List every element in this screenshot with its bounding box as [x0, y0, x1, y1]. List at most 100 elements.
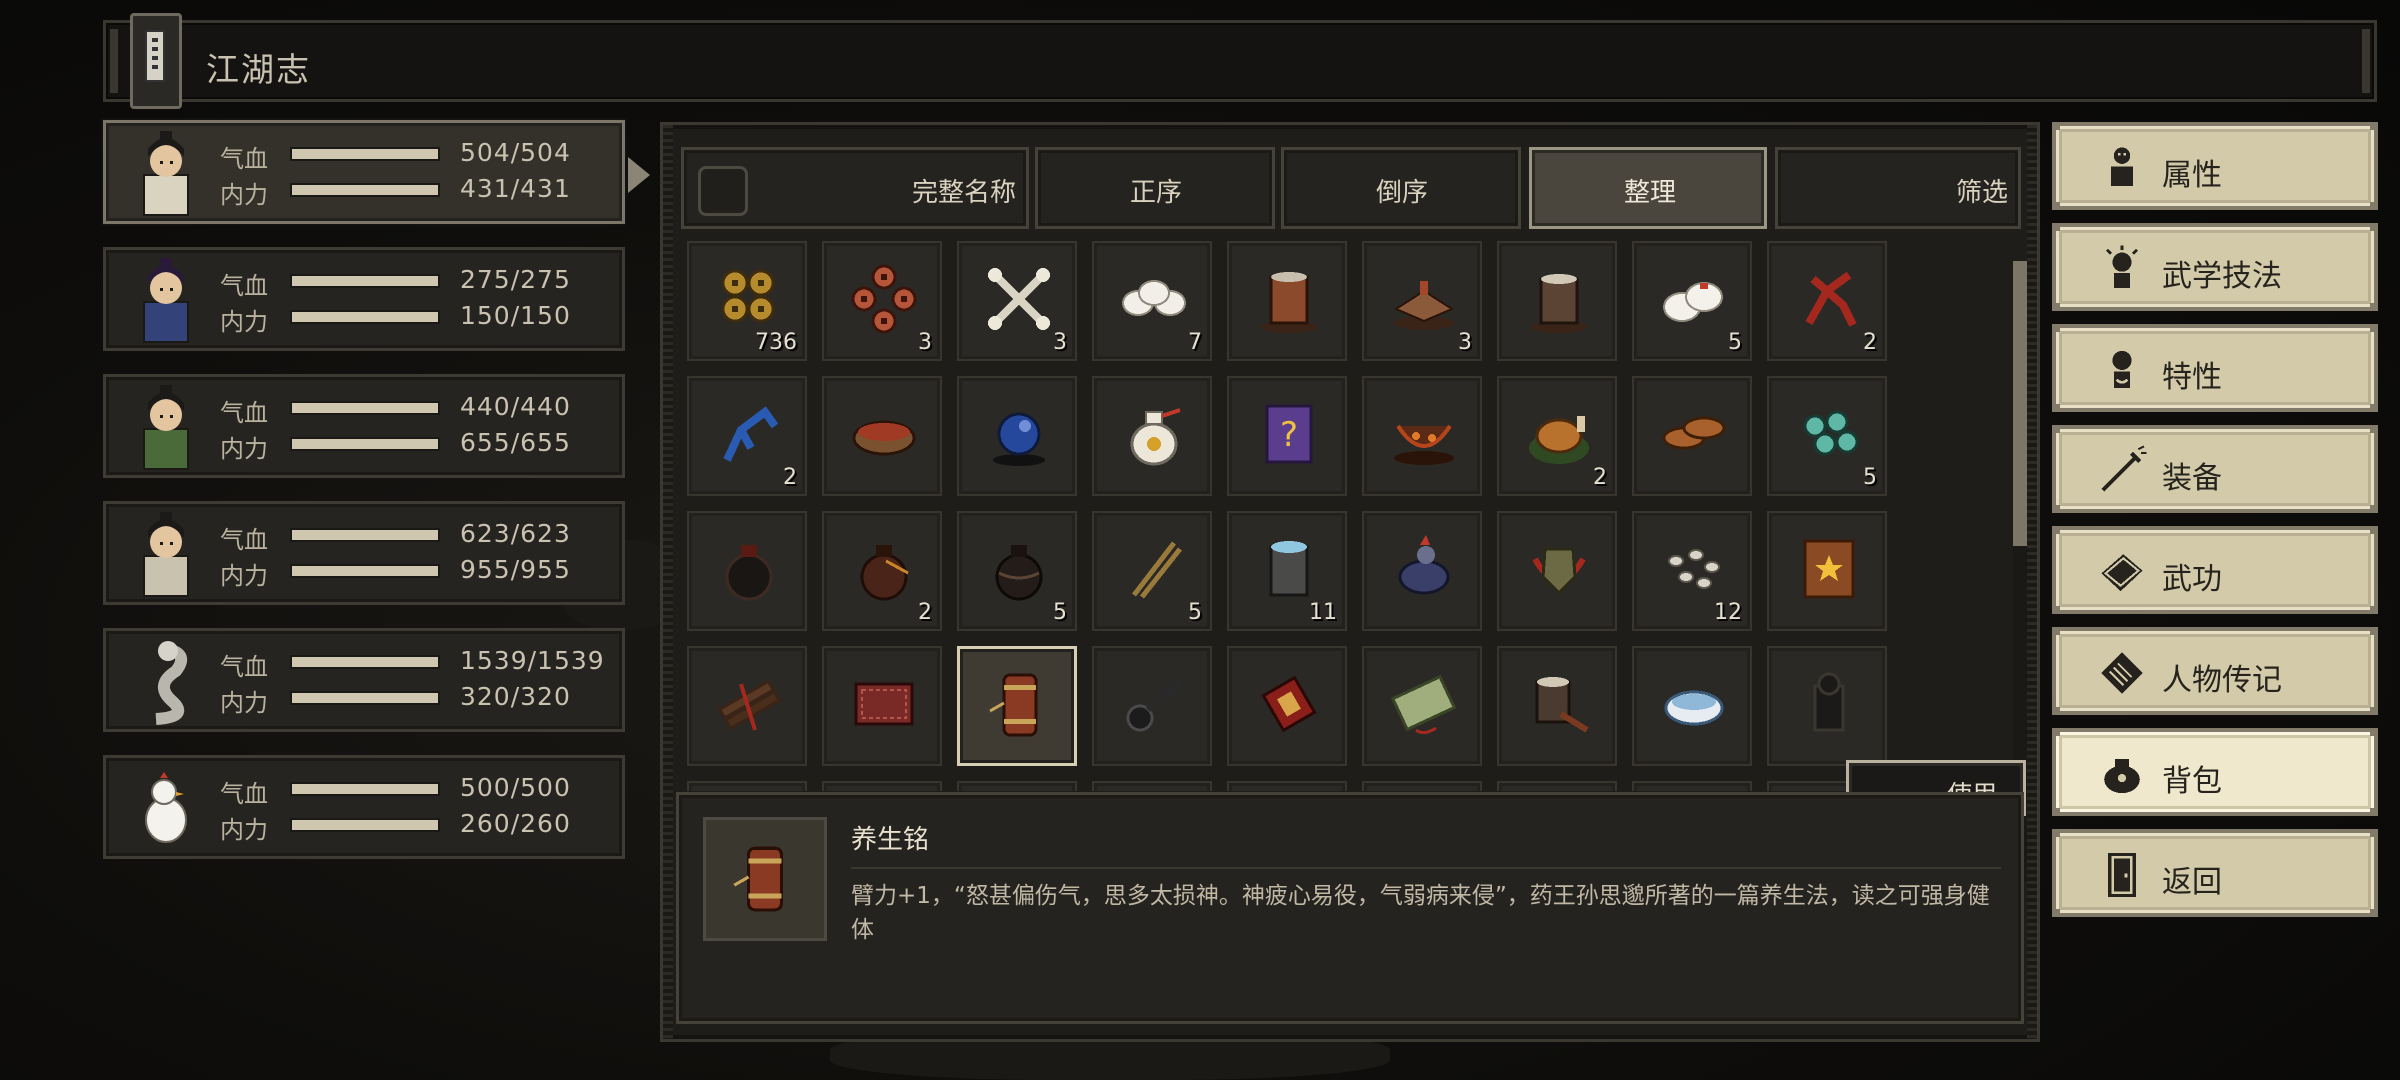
inventory-slot[interactable] [957, 781, 1077, 791]
hp-bar [290, 274, 440, 288]
menu-label: 武学技法 [2162, 259, 2282, 294]
detail-divider [851, 867, 2001, 869]
character-portrait [120, 762, 212, 854]
scrollbar-thumb[interactable] [2013, 261, 2027, 546]
pebbles-icon [1656, 531, 1732, 607]
inventory-slot[interactable]: 5 [1767, 376, 1887, 496]
hp-row: 气血 275/275 [216, 265, 616, 300]
inventory-slot[interactable] [1227, 241, 1347, 361]
inventory-slot[interactable]: 11 [1227, 511, 1347, 631]
inventory-slot[interactable] [1497, 646, 1617, 766]
sort-tab-label: 筛选 [1955, 178, 2008, 208]
inventory-slot[interactable]: 7 [1092, 241, 1212, 361]
menu-button-bag[interactable]: 背包 [2052, 728, 2378, 816]
mp-row: 内力 955/955 [216, 555, 616, 590]
wine-cup-icon [1251, 261, 1327, 337]
selected-item-description: 臂力+1，“怒甚偏伤气，思多太损神。神疲心易役，气弱病来侵”，药王孙思邈所著的一… [851, 883, 1990, 943]
inventory-slot[interactable]: 2 [822, 511, 942, 631]
inventory-slot[interactable] [1632, 781, 1752, 791]
item-quantity: 5 [1728, 330, 1742, 355]
item-quantity: 736 [755, 330, 797, 355]
hp-label: 气血 [220, 526, 268, 554]
menu-button-martial-skills[interactable]: 武学技法 [2052, 223, 2378, 311]
mp-label: 内力 [220, 308, 268, 336]
inventory-slot[interactable] [822, 646, 942, 766]
inventory-slot[interactable] [1092, 781, 1212, 791]
inventory-slot[interactable]: 2 [1767, 241, 1887, 361]
inventory-slot[interactable] [1632, 646, 1752, 766]
inventory-slot[interactable] [1362, 646, 1482, 766]
party-member-card[interactable]: 气血 500/500 内力 260/260 [103, 755, 625, 859]
inventory-slot[interactable]: 5 [1092, 511, 1212, 631]
item-quantity: 3 [1053, 330, 1067, 355]
hp-value: 504/504 [460, 138, 571, 167]
hp-row: 气血 1539/1539 [216, 646, 616, 681]
inventory-slot[interactable]: 2 [687, 376, 807, 496]
item-quantity: 2 [1593, 465, 1607, 490]
hp-row: 气血 440/440 [216, 392, 616, 427]
blue-orb-icon [981, 396, 1057, 472]
menu-button-traits[interactable]: 特性 [2052, 324, 2378, 412]
hp-value: 440/440 [460, 392, 571, 421]
inventory-slot[interactable]: 12 [1632, 511, 1752, 631]
party-member-card[interactable]: 气血 1539/1539 内力 320/320 [103, 628, 625, 732]
item-quantity: 11 [1309, 600, 1337, 625]
inventory-slot[interactable] [1497, 511, 1617, 631]
mp-value: 320/320 [460, 682, 571, 711]
inventory-slot[interactable] [1362, 781, 1482, 791]
inventory-slot[interactable] [1227, 646, 1347, 766]
black-statue-icon [1791, 666, 1867, 742]
sort-by-full-name-button[interactable]: 完整名称 [681, 147, 1029, 229]
inventory-slot[interactable]: 5 [1632, 241, 1752, 361]
inventory-slot[interactable] [1227, 781, 1347, 791]
inventory-slot[interactable]: 3 [957, 241, 1077, 361]
inventory-slot[interactable]: 3 [1362, 241, 1482, 361]
menu-button-attributes[interactable]: 属性 [2052, 122, 2378, 210]
inventory-slot[interactable] [1632, 376, 1752, 496]
menu-button-door-exit[interactable]: 返回 [2052, 829, 2378, 917]
inventory-slot[interactable] [822, 376, 942, 496]
hp-row: 气血 623/623 [216, 519, 616, 554]
inventory-slot[interactable] [687, 511, 807, 631]
item-detail-panel: 养生铭 臂力+1，“怒甚偏伤气，思多太损神。神疲心易役，气弱病来侵”，药王孙思邈… [676, 792, 2024, 1024]
inventory-slot[interactable]: ? [1227, 376, 1347, 496]
inventory-slot[interactable] [957, 376, 1077, 496]
inventory-slot[interactable] [1497, 781, 1617, 791]
party-member-card[interactable]: 气血 275/275 内力 150/150 [103, 247, 625, 351]
equipment-icon [2096, 445, 2148, 497]
inventory-slot[interactable]: 5 [957, 511, 1077, 631]
inventory-slot[interactable]: 2 [1497, 376, 1617, 496]
inventory-slot[interactable] [1767, 511, 1887, 631]
inventory-slot[interactable]: 3 [822, 241, 942, 361]
inventory-slot[interactable] [687, 781, 807, 791]
filter-button[interactable]: 筛选 [1775, 147, 2021, 229]
hp-label: 气血 [220, 399, 268, 427]
organize-button[interactable]: 整理 [1529, 147, 1767, 229]
inventory-slot[interactable] [1767, 646, 1887, 766]
tea-cup-icon [1521, 261, 1597, 337]
inventory-slot[interactable] [1092, 646, 1212, 766]
party-member-card[interactable]: 气血 504/504 内力 431/431 [103, 120, 650, 224]
item-quantity: 3 [1458, 330, 1472, 355]
inventory-slot[interactable] [1497, 241, 1617, 361]
inventory-slot[interactable] [957, 646, 1077, 766]
party-member-card[interactable]: 气血 623/623 内力 955/955 [103, 501, 625, 605]
menu-button-biography[interactable]: 人物传记 [2052, 627, 2378, 715]
cake-slice-icon [1386, 261, 1462, 337]
party-member-card[interactable]: 气血 440/440 内力 655/655 [103, 374, 625, 478]
menu-button-kungfu-book[interactable]: 武功 [2052, 526, 2378, 614]
inventory-slot[interactable] [1362, 376, 1482, 496]
menu-label: 背包 [2162, 764, 2222, 799]
inventory-slot[interactable]: 736 [687, 241, 807, 361]
menu-button-equipment[interactable]: 装备 [2052, 425, 2378, 513]
inventory-slot[interactable] [1362, 511, 1482, 631]
red-herb-icon [1791, 261, 1867, 337]
sort-descending-button[interactable]: 倒序 [1281, 147, 1521, 229]
inventory-slot[interactable] [1092, 376, 1212, 496]
sort-ascending-button[interactable]: 正序 [1035, 147, 1275, 229]
menu-label: 属性 [2162, 158, 2222, 193]
hp-label: 气血 [220, 145, 268, 173]
sort-checkbox[interactable] [698, 166, 748, 216]
inventory-slot[interactable] [822, 781, 942, 791]
inventory-slot[interactable] [687, 646, 807, 766]
